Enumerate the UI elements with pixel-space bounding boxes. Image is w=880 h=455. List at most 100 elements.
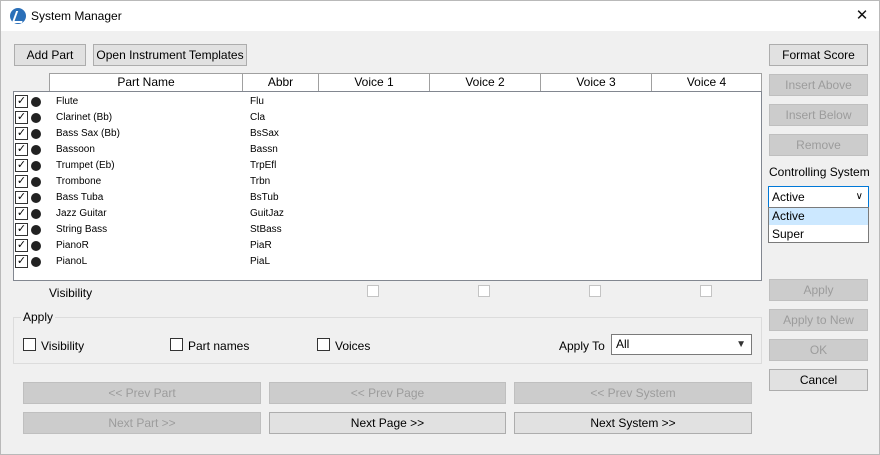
window-title: System Manager <box>31 9 122 23</box>
row-visible-checkbox[interactable]: ✓ <box>15 223 28 236</box>
next-system-button[interactable]: Next System >> <box>514 412 752 434</box>
row-visible-checkbox[interactable]: ✓ <box>15 191 28 204</box>
part-color-dot-icon[interactable] <box>31 129 41 139</box>
controlling-system-options-list: Active Super <box>768 207 869 243</box>
column-header-voice-1[interactable]: Voice 1 <box>318 73 430 92</box>
table-row[interactable]: ✓ String Bass StBass <box>14 222 761 238</box>
cancel-button[interactable]: Cancel <box>769 369 868 391</box>
row-visible-checkbox[interactable]: ✓ <box>15 255 28 268</box>
apply-visibility-checkbox[interactable] <box>23 338 36 351</box>
next-part-button[interactable]: Next Part >> <box>23 412 261 434</box>
part-abbr: BsSax <box>250 128 279 139</box>
row-visible-checkbox[interactable]: ✓ <box>15 159 28 172</box>
table-row[interactable]: ✓ Bass Sax (Bb) BsSax <box>14 126 761 142</box>
part-abbr: Bassn <box>250 144 278 155</box>
chevron-down-icon: ▼ <box>736 339 746 350</box>
part-abbr: Cla <box>250 112 266 123</box>
part-abbr: PiaR <box>250 240 272 251</box>
table-row[interactable]: ✓ Bassoon Bassn <box>14 142 761 158</box>
apply-visibility-label[interactable]: Visibility <box>41 339 84 353</box>
row-visible-checkbox[interactable]: ✓ <box>15 143 28 156</box>
voice-2-visibility-checkbox[interactable] <box>478 285 490 297</box>
column-header-abbr[interactable]: Abbr <box>242 73 319 92</box>
option-active[interactable]: Active <box>769 208 868 225</box>
format-score-button[interactable]: Format Score <box>769 44 868 66</box>
part-abbr: GuitJaz <box>250 208 284 219</box>
voice-3-visibility-checkbox[interactable] <box>589 285 601 297</box>
title-bar: System Manager ✕ <box>1 1 879 31</box>
part-abbr: TrpEfl <box>250 160 277 171</box>
part-name: Trombone <box>56 176 102 187</box>
part-abbr: StBass <box>250 224 282 235</box>
part-color-dot-icon[interactable] <box>31 257 41 267</box>
table-row[interactable]: ✓ Trumpet (Eb) TrpEfl <box>14 158 761 174</box>
apply-group-legend: Apply <box>21 310 56 324</box>
column-header-voice-3[interactable]: Voice 3 <box>540 73 652 92</box>
part-abbr: Flu <box>250 96 264 107</box>
table-row[interactable]: ✓ Bass Tuba BsTub <box>14 190 761 206</box>
apply-part-names-checkbox[interactable] <box>170 338 183 351</box>
column-header-voice-4[interactable]: Voice 4 <box>651 73 762 92</box>
part-name: Bass Tuba <box>56 192 104 203</box>
part-color-dot-icon[interactable] <box>31 177 41 187</box>
option-super[interactable]: Super <box>769 226 868 243</box>
part-color-dot-icon[interactable] <box>31 161 41 171</box>
apply-voices-checkbox[interactable] <box>317 338 330 351</box>
chevron-down-icon: ∨ <box>855 191 863 202</box>
remove-button[interactable]: Remove <box>769 134 868 156</box>
part-abbr: BsTub <box>250 192 279 203</box>
part-color-dot-icon[interactable] <box>31 97 41 107</box>
column-header-part-name[interactable]: Part Name <box>49 73 243 92</box>
row-visible-checkbox[interactable]: ✓ <box>15 175 28 188</box>
visibility-row-label: Visibility <box>49 286 93 300</box>
part-color-dot-icon[interactable] <box>31 145 41 155</box>
open-instrument-templates-button[interactable]: Open Instrument Templates <box>93 44 247 66</box>
row-visible-checkbox[interactable]: ✓ <box>15 95 28 108</box>
part-color-dot-icon[interactable] <box>31 241 41 251</box>
controlling-system-value: Active <box>772 190 805 204</box>
part-color-dot-icon[interactable] <box>31 113 41 123</box>
part-name: String Bass <box>56 224 108 235</box>
prev-page-button[interactable]: << Prev Page <box>269 382 506 404</box>
row-visible-checkbox[interactable]: ✓ <box>15 111 28 124</box>
prev-part-button[interactable]: << Prev Part <box>23 382 261 404</box>
column-header-voice-2[interactable]: Voice 2 <box>429 73 541 92</box>
part-abbr: PiaL <box>250 256 271 267</box>
part-color-dot-icon[interactable] <box>31 225 41 235</box>
table-row[interactable]: ✓ PianoL PiaL <box>14 254 761 270</box>
part-color-dot-icon[interactable] <box>31 209 41 219</box>
voice-4-visibility-checkbox[interactable] <box>700 285 712 297</box>
row-visible-checkbox[interactable]: ✓ <box>15 207 28 220</box>
insert-below-button[interactable]: Insert Below <box>769 104 868 126</box>
row-visible-checkbox[interactable]: ✓ <box>15 239 28 252</box>
part-name: Trumpet (Eb) <box>56 160 115 171</box>
part-abbr: Trbn <box>250 176 271 187</box>
next-page-button[interactable]: Next Page >> <box>269 412 506 434</box>
part-name: Bassoon <box>56 144 95 155</box>
controlling-system-label: Controlling System <box>769 165 870 179</box>
apply-voices-label[interactable]: Voices <box>335 339 370 353</box>
table-row[interactable]: ✓ Jazz Guitar GuitJaz <box>14 206 761 222</box>
apply-to-value: All <box>616 337 630 351</box>
table-row[interactable]: ✓ Clarinet (Bb) Cla <box>14 110 761 126</box>
close-icon[interactable]: ✕ <box>851 5 873 27</box>
controlling-system-select[interactable]: Active ∨ <box>768 186 869 208</box>
table-row[interactable]: ✓ Flute Flu <box>14 94 761 110</box>
add-part-button[interactable]: Add Part <box>14 44 86 66</box>
apply-button[interactable]: Apply <box>769 279 868 301</box>
apply-part-names-label[interactable]: Part names <box>188 339 249 353</box>
ok-button[interactable]: OK <box>769 339 868 361</box>
apply-to-label: Apply To <box>559 339 605 353</box>
parts-grid[interactable]: ✓ Flute Flu ✓ Clarinet (Bb) Cla ✓ Bass S… <box>13 91 762 281</box>
table-row[interactable]: ✓ Trombone Trbn <box>14 174 761 190</box>
table-row[interactable]: ✓ PianoR PiaR <box>14 238 761 254</box>
insert-above-button[interactable]: Insert Above <box>769 74 868 96</box>
apply-to-new-button[interactable]: Apply to New <box>769 309 868 331</box>
row-visible-checkbox[interactable]: ✓ <box>15 127 28 140</box>
part-color-dot-icon[interactable] <box>31 193 41 203</box>
apply-to-select[interactable]: All ▼ <box>611 334 752 355</box>
part-name: Flute <box>56 96 79 107</box>
prev-system-button[interactable]: << Prev System <box>514 382 752 404</box>
part-name: Jazz Guitar <box>56 208 107 219</box>
voice-1-visibility-checkbox[interactable] <box>367 285 379 297</box>
